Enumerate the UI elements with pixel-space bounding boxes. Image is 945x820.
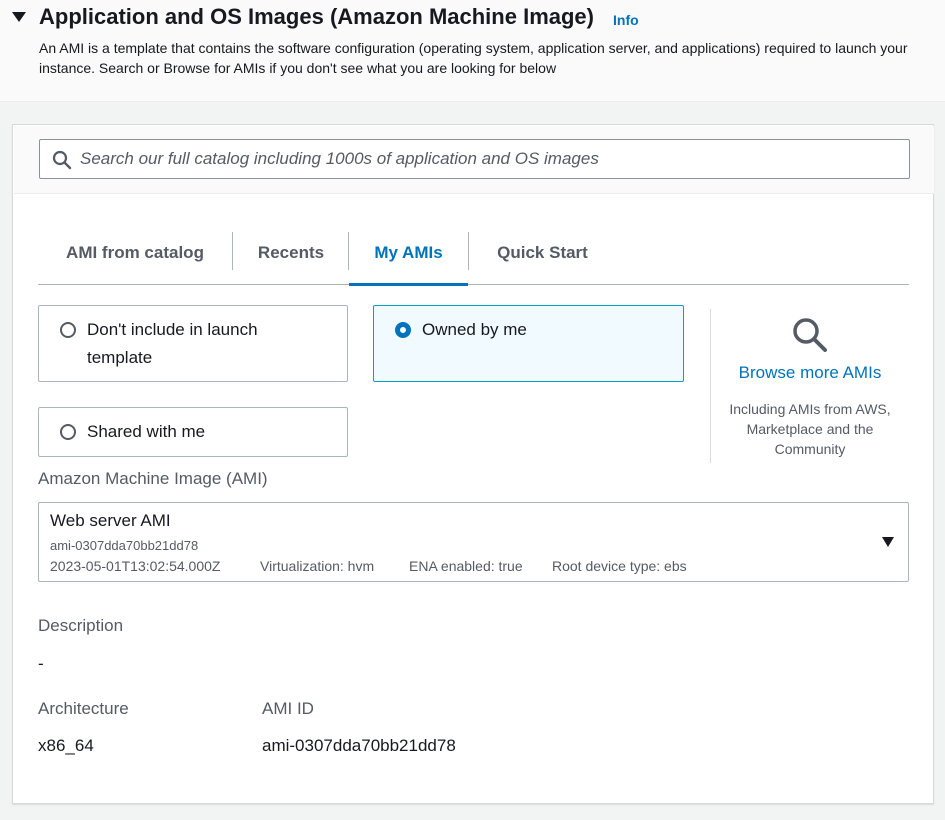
architecture-label: Architecture — [38, 699, 129, 718]
tab-quick-start[interactable]: Quick Start — [469, 229, 616, 285]
chevron-down-icon[interactable] — [882, 537, 894, 547]
radio-label: Owned by me — [422, 320, 527, 339]
browse-more-amis-link[interactable]: Browse more AMIs — [725, 363, 895, 383]
ami-field-label: Amazon Machine Image (AMI) — [38, 469, 268, 488]
search-bar — [14, 126, 934, 194]
ami-root-device: Root device type: ebs — [552, 558, 687, 574]
radio-button[interactable] — [60, 424, 76, 440]
browse-divider — [710, 309, 711, 463]
radio-button[interactable] — [395, 322, 411, 338]
ami-id-value: ami-0307dda70bb21dd78 — [262, 736, 456, 755]
radio-label: template — [87, 348, 153, 367]
tab-recents[interactable]: Recents — [233, 229, 349, 285]
ami-id-small: ami-0307dda70bb21dd78 — [50, 538, 199, 553]
browse-description: Including AMIs from AWS, Marketplace and… — [729, 401, 891, 457]
section-description: An AMI is a template that contains the s… — [39, 40, 908, 76]
info-link[interactable]: Info — [613, 12, 639, 28]
description-label: Description — [38, 616, 124, 635]
description-value: - — [38, 654, 44, 673]
section-header: Application and OS Images (Amazon Machin… — [0, 0, 945, 102]
ami-id-label: AMI ID — [262, 699, 314, 718]
radio-button[interactable] — [60, 322, 76, 338]
radio-card-dont-include[interactable]: Don't include in launch template — [38, 305, 348, 382]
section-title: Application and OS Images (Amazon Machin… — [39, 4, 594, 29]
tab-my-amis[interactable]: My AMIs — [349, 229, 468, 286]
radio-card-owned-by-me[interactable]: Owned by me — [373, 305, 684, 382]
ami-panel: AMI from catalog Recents My AMIs Quick S… — [12, 124, 934, 804]
ami-select[interactable]: Web server AMI ami-0307dda70bb21dd78 202… — [38, 502, 909, 582]
ami-tabs: AMI from catalog Recents My AMIs Quick S… — [38, 229, 909, 286]
browse-search-icon[interactable] — [790, 315, 830, 355]
ami-ena-enabled: ENA enabled: true — [409, 558, 523, 574]
search-input[interactable] — [80, 140, 900, 178]
collapse-caret-icon[interactable] — [12, 12, 26, 22]
tab-ami-from-catalog[interactable]: AMI from catalog — [38, 229, 232, 285]
ami-virtualization: Virtualization: hvm — [260, 558, 375, 574]
radio-label: Don't include in launch — [87, 320, 258, 339]
radio-label: Shared with me — [87, 422, 206, 441]
search-box[interactable] — [39, 139, 910, 179]
ami-name: Web server AMI — [50, 511, 171, 530]
ami-created-date: 2023-05-01T13:02:54.000Z — [50, 558, 221, 574]
search-icon — [52, 150, 72, 170]
architecture-value: x86_64 — [38, 736, 94, 755]
radio-card-shared-with-me[interactable]: Shared with me — [38, 407, 348, 457]
